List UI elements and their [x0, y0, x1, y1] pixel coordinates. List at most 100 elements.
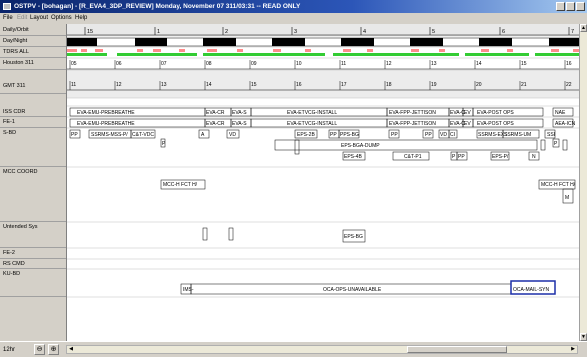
- activity-label: CI: [450, 132, 455, 138]
- orbit-label: 6: [502, 29, 505, 35]
- scroll-right-icon[interactable]: ▶: [569, 346, 577, 353]
- row-label-fe1: FE-1: [0, 117, 66, 128]
- tdrs-bar: [67, 49, 579, 56]
- scroll-down-icon[interactable]: ▼: [580, 333, 587, 341]
- gmt-hour: 19: [431, 82, 437, 88]
- app-icon: [3, 3, 11, 10]
- menu-options[interactable]: Options: [51, 15, 72, 21]
- activity-label: EVA-FPP-JETTISON: [389, 110, 436, 116]
- activity-label: EVA-CR: [206, 121, 225, 127]
- gmt-hour: 18: [386, 82, 392, 88]
- row-label-sbd: S-BD: [0, 128, 66, 167]
- row-label-untended-sys: Untended Sys: [0, 222, 66, 248]
- houston-hour: 10: [296, 61, 302, 67]
- activity-label: P: [452, 154, 456, 160]
- row-label-houston: Houston 311: [0, 58, 66, 70]
- gmt-hour: 15: [251, 82, 257, 88]
- activity-label: MCC-H FCT H/: [163, 182, 198, 188]
- window-title: OSTPV - [bohagan] - [R_EVA4_3DP_REVIEW] …: [14, 3, 301, 10]
- activity-label: PP: [458, 154, 465, 160]
- activity-label: EVA-C: [450, 121, 465, 127]
- activity-label: NAE: [555, 110, 566, 116]
- status-bar: 12hr ⊖ ⊕ ◀ ▶: [0, 341, 587, 357]
- menu-help[interactable]: Help: [75, 15, 87, 21]
- houston-hour: 12: [386, 61, 392, 67]
- row-label-gmt: GMT 311: [0, 78, 66, 94]
- activity-label: EPS-P/: [492, 154, 509, 160]
- activity-label: EPS-BGA-DUMP: [341, 143, 380, 149]
- activity-label: C&T-P1: [404, 154, 422, 160]
- activity-label: SSRMS-MSS-P/: [91, 132, 128, 138]
- activity-label: EVA-ETVCG-INSTALL: [287, 121, 337, 127]
- menu-edit[interactable]: Edit: [17, 15, 27, 21]
- activity-label: VD: [229, 132, 236, 138]
- activity-label: AEA-ICN: [555, 121, 576, 127]
- timeline-svg: 15 1 2 3 4 5 6 7 05 06 07 08 09 10 11 12…: [67, 24, 579, 298]
- row-label-tdrs-all: TDRS ALL: [0, 47, 66, 58]
- orbit-label: 5: [432, 29, 435, 35]
- row-label-mcc-coord: MCC COORD: [0, 167, 66, 222]
- gmt-hour: 21: [521, 82, 527, 88]
- activity-label: EV: [464, 110, 471, 116]
- title-bar: OSTPV - [bohagan] - [R_EVA4_3DP_REVIEW] …: [0, 0, 587, 13]
- gmt-hour: 17: [341, 82, 347, 88]
- activity-label: EVA-POST OPS: [477, 110, 514, 116]
- vertical-scrollbar[interactable]: ▲ ▼: [579, 24, 587, 341]
- houston-hour: 16: [566, 61, 572, 67]
- activity-label: N: [532, 154, 536, 160]
- activity-label: VD: [440, 132, 447, 138]
- activity-label: EPS-2B: [297, 132, 315, 138]
- houston-hour: 06: [116, 61, 122, 67]
- gmt-hour: 20: [476, 82, 482, 88]
- activity-label: PP: [71, 132, 78, 138]
- row-label-daily-orbit: Daily/Orbit: [0, 25, 66, 36]
- activity-label: P: [554, 141, 558, 147]
- scroll-left-icon[interactable]: ◀: [67, 346, 75, 353]
- gmt-hour: 12: [116, 82, 122, 88]
- orbit-label: 2: [225, 29, 228, 35]
- gmt-hour: 16: [296, 82, 302, 88]
- activity-label: C&T-VDC: [132, 132, 154, 138]
- day-night-bar: [67, 37, 579, 47]
- activity-label: SSI: [547, 132, 555, 138]
- orbit-label: 1: [157, 29, 160, 35]
- activity-label: EVA-CR: [206, 110, 225, 116]
- activity-label: EV: [464, 121, 471, 127]
- menu-file[interactable]: File: [3, 15, 13, 21]
- activity-label: EPS-BG: [344, 234, 363, 240]
- activity-label: IMS-: [183, 287, 194, 293]
- houston-hour: 11: [341, 61, 346, 67]
- zoom-out-icon[interactable]: ⊖: [34, 344, 45, 355]
- menu-bar: File Edit Layout Options Help: [0, 13, 587, 24]
- activity-label: EVA-POST OPS: [477, 121, 514, 127]
- row-label-fe2: FE-2: [0, 248, 66, 259]
- activity-label: MCC-H FCT H/: [541, 182, 576, 188]
- close-button[interactable]: [576, 2, 585, 11]
- maximize-button[interactable]: [566, 2, 575, 11]
- menu-layout[interactable]: Layout: [30, 15, 48, 21]
- activity-label: P: [162, 141, 166, 147]
- activity-label: EVA-EMU-PREBREATHE: [77, 110, 135, 116]
- timeline-grid[interactable]: 15 1 2 3 4 5 6 7 05 06 07 08 09 10 11 12…: [66, 24, 579, 341]
- horizontal-scrollbar[interactable]: ◀ ▶: [66, 345, 578, 354]
- activity-label: EVA-ETVCG-INSTALL: [287, 110, 337, 116]
- zoom-in-icon[interactable]: ⊕: [48, 344, 59, 355]
- row-label-ku-bd: KU-BD: [0, 269, 66, 297]
- activity-label: PP: [330, 132, 337, 138]
- houston-hour: 05: [71, 61, 77, 67]
- scroll-up-icon[interactable]: ▲: [580, 24, 587, 32]
- activity-label: EPS-4B: [344, 154, 362, 160]
- scroll-thumb[interactable]: [407, 346, 507, 353]
- activity-label: EVA-S: [232, 121, 247, 127]
- activity-label: M: [565, 195, 569, 201]
- gmt-hour: 22: [566, 82, 572, 88]
- row-label-rs-cmd: RS CMD: [0, 259, 66, 269]
- row-label-iss-cdr: ISS CDR: [0, 107, 66, 117]
- minimize-button[interactable]: [556, 2, 565, 11]
- houston-hour: 09: [251, 61, 257, 67]
- gmt-hour: 13: [161, 82, 167, 88]
- gmt-hour: 14: [206, 82, 212, 88]
- activity-label: SSRMS-UM: [504, 132, 531, 138]
- orbit-label: 15: [87, 29, 93, 35]
- row-labels: Daily/Orbit Day/Night TDRS ALL Houston 3…: [0, 24, 66, 341]
